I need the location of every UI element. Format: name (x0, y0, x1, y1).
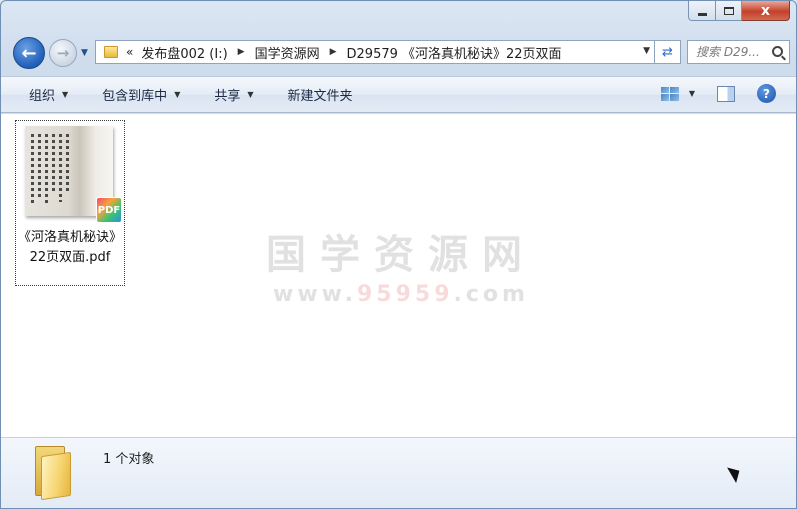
include-library-menu[interactable]: 包含到库中 ▼ (94, 81, 188, 108)
explorer-window: x ← → ▼ « 发布盘002 (I:) ▶ 国学资源网 ▶ D29579 《… (0, 0, 797, 509)
search-input[interactable] (696, 45, 770, 59)
refresh-button[interactable]: ⇄ (655, 40, 681, 64)
search-icon[interactable] (772, 46, 783, 57)
caption-buttons: x (688, 1, 790, 21)
command-bar-right: ▼ ? (660, 84, 776, 103)
breadcrumb-separator-icon[interactable]: ▶ (330, 47, 337, 57)
item-count: 1 个对象 (103, 452, 155, 467)
mouse-cursor-icon (727, 462, 744, 484)
watermark-title: 国学资源网 (266, 232, 536, 278)
share-label: 共享 (214, 89, 241, 104)
forward-button[interactable]: → (49, 39, 77, 67)
address-bar[interactable]: « 发布盘002 (I:) ▶ 国学资源网 ▶ D29579 《河洛真机秘诀》2… (95, 40, 655, 64)
view-options-chevron-icon[interactable]: ▼ (689, 89, 695, 98)
maximize-button[interactable] (716, 1, 742, 21)
address-row: ← → ▼ « 发布盘002 (I:) ▶ 国学资源网 ▶ D29579 《河洛… (9, 35, 790, 71)
watermark: 国学资源网 www.95959.com (241, 222, 561, 307)
details-pane: 1 个对象 (1, 437, 796, 508)
watermark-url: www.95959.com (273, 282, 529, 307)
minimize-icon (697, 12, 707, 16)
breadcrumb-current[interactable]: D29579 《河洛真机秘诀》22页双面 (347, 43, 562, 62)
new-folder-button[interactable]: 新建文件夹 (280, 81, 361, 108)
breadcrumb-folder[interactable]: 国学资源网 (255, 43, 320, 62)
help-icon[interactable]: ? (757, 84, 776, 103)
folder-icon (35, 446, 71, 501)
file-name: 《河洛真机秘诀》22页双面.pdf (17, 230, 122, 265)
search-box (687, 40, 790, 64)
back-arrow-icon: ← (21, 42, 37, 64)
pdf-icon: PDF (96, 197, 122, 223)
command-bar: 组织 ▼ 包含到库中 ▼ 共享 ▼ 新建文件夹 ▼ ? (1, 76, 796, 113)
organize-menu[interactable]: 组织 ▼ (21, 81, 76, 108)
breadcrumb-separator-icon[interactable]: ▶ (238, 47, 245, 57)
file-list-area[interactable]: 国学资源网 www.95959.com PDF 《河洛真机秘诀》22页双面.pd… (1, 114, 796, 437)
overflow-chevrons[interactable]: « (126, 45, 133, 59)
file-item[interactable]: PDF 《河洛真机秘诀》22页双面.pdf (15, 120, 125, 286)
minimize-button[interactable] (688, 1, 716, 21)
refresh-icon: ⇄ (662, 44, 673, 60)
change-view-icon[interactable] (660, 86, 679, 101)
chevron-down-icon: ▼ (247, 90, 254, 99)
breadcrumb: 发布盘002 (I:) ▶ 国学资源网 ▶ D29579 《河洛真机秘诀》22页… (141, 43, 561, 62)
preview-pane-icon[interactable] (717, 85, 735, 102)
chevron-down-icon: ▼ (62, 90, 69, 99)
close-button[interactable]: x (742, 1, 790, 21)
close-icon: x (760, 2, 771, 19)
back-button[interactable]: ← (13, 37, 45, 69)
share-menu[interactable]: 共享 ▼ (206, 81, 261, 108)
chevron-down-icon: ▼ (174, 90, 181, 99)
address-dropdown-icon[interactable]: ▼ (643, 46, 650, 56)
include-library-label: 包含到库中 (102, 89, 168, 104)
organize-label: 组织 (29, 89, 56, 104)
maximize-icon (723, 6, 734, 15)
new-folder-label: 新建文件夹 (287, 89, 353, 104)
recent-pages-dropdown[interactable]: ▼ (81, 48, 91, 58)
forward-arrow-icon: → (56, 44, 70, 62)
folder-icon (104, 46, 118, 58)
breadcrumb-drive[interactable]: 发布盘002 (I:) (141, 43, 227, 62)
